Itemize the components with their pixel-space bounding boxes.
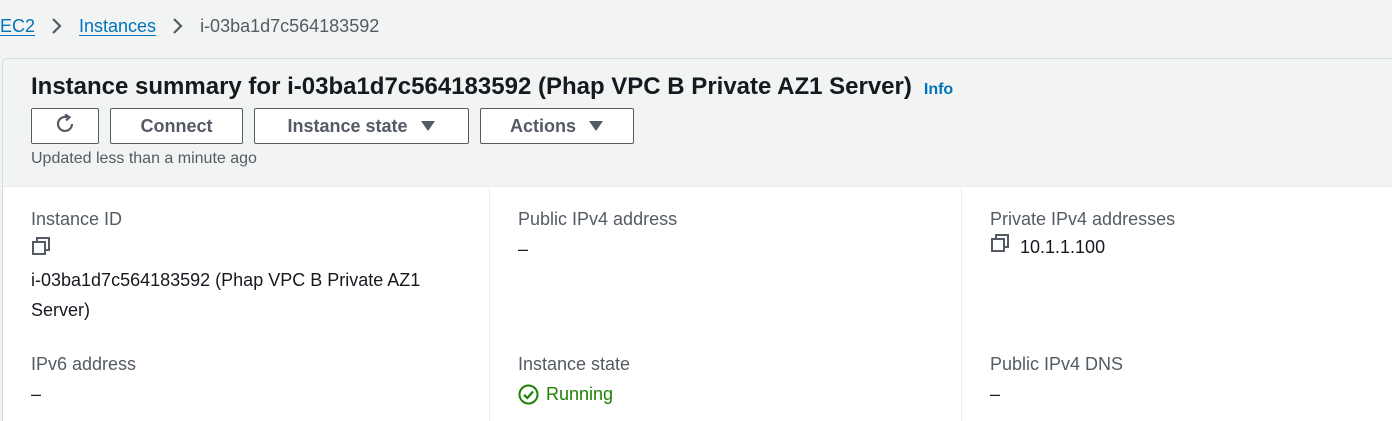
- connect-button[interactable]: Connect: [110, 108, 243, 144]
- instance-id-label: Instance ID: [31, 209, 123, 229]
- title-row: Instance summary for i-03ba1d7c564183592…: [31, 73, 953, 101]
- instance-state-dropdown[interactable]: Instance state: [254, 108, 469, 144]
- instance-id-value-line2: Server): [31, 300, 91, 320]
- public-ipv4-field: Public IPv4 address –: [518, 209, 677, 264]
- breadcrumb: EC2 Instances i-03ba1d7c564183592: [0, 0, 1392, 52]
- public-ipv4-value: –: [518, 239, 529, 259]
- public-dns-field: Public IPv4 DNS –: [990, 354, 1123, 409]
- details-column-1: Instance ID i-03ba1d7c564183592 (Phap VP…: [3, 187, 490, 421]
- private-ipv4-row: 10.1.1.100: [990, 232, 1175, 262]
- public-dns-label: Public IPv4 DNS: [990, 354, 1124, 374]
- action-button-row: Connect Instance state Actions: [31, 108, 645, 144]
- caret-down-icon: [588, 116, 604, 137]
- caret-down-icon: [420, 116, 436, 137]
- refresh-button[interactable]: [31, 108, 99, 144]
- check-circle-icon: [518, 384, 539, 404]
- private-ipv4-value: 10.1.1.100: [1020, 237, 1106, 257]
- chevron-right-icon: [35, 17, 79, 35]
- copy-icon[interactable]: [990, 232, 1010, 262]
- copy-icon[interactable]: [31, 236, 51, 261]
- ipv6-value: –: [31, 384, 42, 404]
- private-ipv4-field: Private IPv4 addresses 10.1.1.100: [990, 209, 1175, 262]
- breadcrumb-instances-link[interactable]: Instances: [79, 16, 156, 37]
- instance-state-status: Running: [518, 379, 630, 409]
- details-column-3: Private IPv4 addresses 10.1.1.100 Public…: [962, 187, 1392, 421]
- page-title: Instance summary for i-03ba1d7c564183592…: [31, 73, 912, 100]
- actions-dropdown[interactable]: Actions: [480, 108, 634, 144]
- instance-state-label: Instance state: [287, 115, 408, 136]
- actions-label: Actions: [509, 115, 576, 136]
- instance-state-value: Running: [546, 384, 614, 404]
- ipv6-field: IPv6 address –: [31, 354, 136, 409]
- instance-id-value-line1: i-03ba1d7c564183592 (Phap VPC B Private …: [31, 270, 421, 290]
- breadcrumb-ec2-link[interactable]: EC2: [0, 16, 35, 37]
- instance-state-field: Instance state Running: [518, 354, 630, 409]
- instance-summary-panel: Instance summary for i-03ba1d7c564183592…: [2, 58, 1392, 421]
- public-ipv4-label: Public IPv4 address: [518, 209, 678, 229]
- breadcrumb-current: i-03ba1d7c564183592: [200, 15, 380, 36]
- ipv6-label: IPv6 address: [31, 354, 137, 374]
- info-link[interactable]: Info: [924, 81, 953, 99]
- instance-id-field: Instance ID i-03ba1d7c564183592 (Phap VP…: [31, 209, 420, 325]
- chevron-right-icon: [156, 17, 200, 35]
- connect-button-label: Connect: [140, 115, 213, 136]
- instance-id-copy-row: [31, 236, 420, 261]
- refresh-icon: [53, 112, 77, 141]
- public-dns-value: –: [990, 384, 1001, 404]
- private-ipv4-label: Private IPv4 addresses: [990, 209, 1176, 229]
- details-column-2: Public IPv4 address – Instance state Run…: [490, 187, 962, 421]
- instance-state-field-label: Instance state: [518, 354, 631, 374]
- updated-timestamp: Updated less than a minute ago: [31, 150, 257, 167]
- panel-header: Instance summary for i-03ba1d7c564183592…: [3, 59, 1392, 187]
